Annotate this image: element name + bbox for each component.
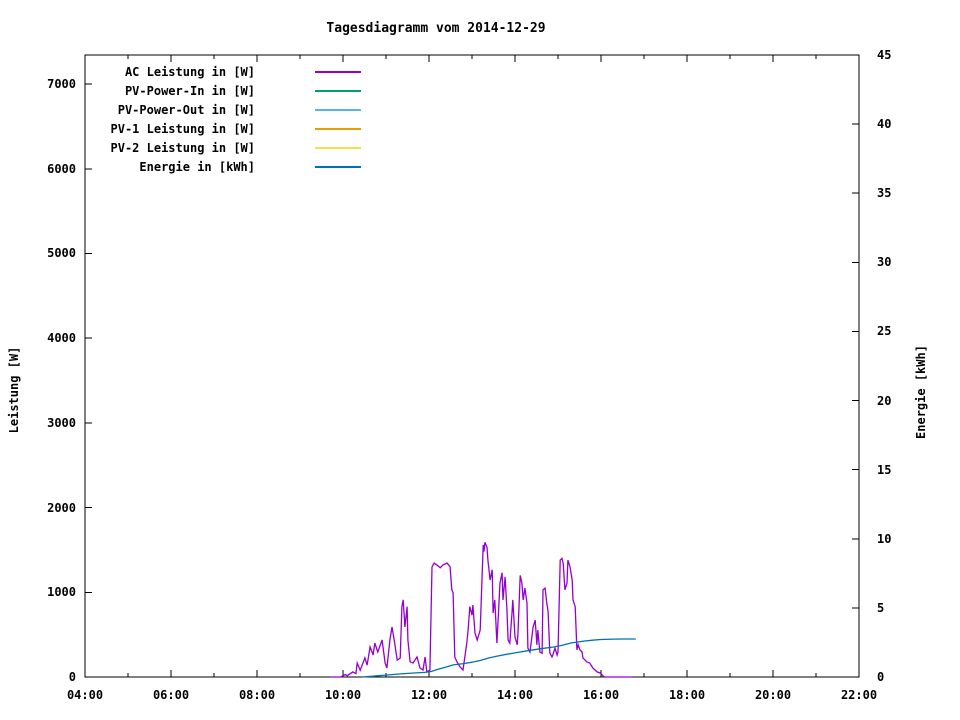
legend-row: PV-Power-In in [W] bbox=[0, 81, 361, 100]
legend-label: Energie in [kWh] bbox=[139, 159, 255, 174]
y-left-tick-label: 5000 bbox=[47, 246, 76, 261]
x-tick-label: 14:00 bbox=[496, 688, 534, 702]
y-left-tick-label: 0 bbox=[68, 670, 76, 684]
series-line bbox=[330, 542, 632, 678]
x-tick-label: 06:00 bbox=[152, 688, 190, 702]
y-left-tick-label: 1000 bbox=[47, 585, 76, 600]
legend-label: PV-2 Leistung in [W] bbox=[110, 140, 256, 155]
legend-label: PV-Power-In in [W] bbox=[124, 83, 255, 98]
legend-line-sample bbox=[315, 70, 361, 73]
y-right-tick-label: 5 bbox=[877, 600, 885, 615]
y-right-tick-label: 30 bbox=[877, 255, 892, 270]
legend-row: PV-2 Leistung in [W] bbox=[0, 138, 361, 157]
legend-label: PV-1 Leistung in [W] bbox=[110, 121, 256, 136]
legend-row: Energie in [kWh] bbox=[0, 157, 361, 176]
legend: AC Leistung in [W] PV-Power-In in [W] PV… bbox=[0, 62, 361, 176]
x-tick-label: 18:00 bbox=[668, 688, 706, 702]
legend-label: AC Leistung in [W] bbox=[124, 64, 255, 79]
y-right-tick-label: 10 bbox=[877, 531, 892, 546]
x-tick-label: 12:00 bbox=[410, 688, 448, 702]
legend-row: PV-Power-Out in [W] bbox=[0, 100, 361, 119]
x-tick-label: 16:00 bbox=[582, 688, 620, 702]
y-left-tick-label: 3000 bbox=[47, 415, 76, 430]
legend-line-sample bbox=[315, 89, 361, 92]
x-tick-label: 20:00 bbox=[754, 688, 792, 702]
series-line bbox=[362, 638, 636, 678]
x-tick-label: 08:00 bbox=[238, 688, 276, 702]
legend-line-sample bbox=[315, 146, 361, 149]
chart-canvas: Tagesdiagramm vom 2014-12-29 Leistung [W… bbox=[0, 0, 960, 720]
y-left-tick-label: 4000 bbox=[47, 331, 76, 346]
x-tick-label: 22:00 bbox=[840, 688, 878, 702]
y-right-tick-label: 20 bbox=[877, 393, 892, 408]
legend-line-sample bbox=[315, 108, 361, 111]
legend-line-sample bbox=[315, 165, 361, 168]
y-right-tick-label: 15 bbox=[877, 462, 892, 477]
y-right-tick-label: 45 bbox=[877, 48, 892, 62]
legend-label: PV-Power-Out in [W] bbox=[117, 102, 255, 117]
x-tick-label: 10:00 bbox=[324, 688, 362, 702]
y-right-tick-label: 40 bbox=[877, 117, 892, 132]
legend-row: AC Leistung in [W] bbox=[0, 62, 361, 81]
y-right-tick-label: 35 bbox=[877, 186, 892, 201]
x-tick-label: 04:00 bbox=[66, 688, 104, 702]
y-right-tick-label: 25 bbox=[877, 324, 892, 339]
y-right-tick-label: 0 bbox=[877, 670, 885, 684]
legend-line-sample bbox=[315, 127, 361, 130]
legend-row: PV-1 Leistung in [W] bbox=[0, 119, 361, 138]
y-left-tick-label: 2000 bbox=[47, 500, 76, 515]
